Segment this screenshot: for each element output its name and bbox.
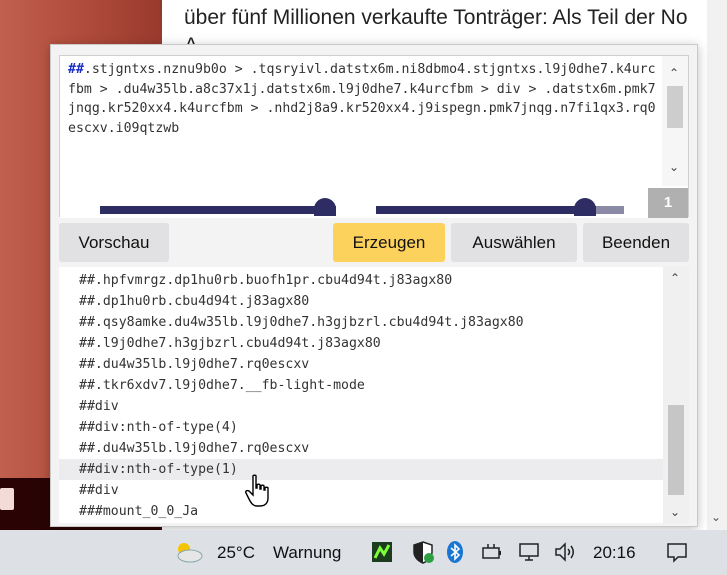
editor-scrollbar[interactable]: ⌃ ⌄ <box>662 56 688 186</box>
chevron-down-icon[interactable]: ⌄ <box>669 160 679 174</box>
notification-center-icon[interactable] <box>665 540 689 564</box>
temperature-label[interactable]: 25°C <box>217 530 255 575</box>
page-scroll-down-icon[interactable]: ⌄ <box>711 510 721 524</box>
element-picker-dialog: ##.stjgntxs.nznu9b0o > .tqsryivl.datstx6… <box>50 44 698 527</box>
background-square <box>0 488 14 510</box>
network-icon[interactable] <box>517 540 541 564</box>
depth-slider-handle[interactable] <box>314 194 336 216</box>
candidate-item[interactable]: ##div:nth-of-type(1) <box>59 459 663 480</box>
candidate-item[interactable]: ##.l9j0dhe7.h3gjbzrl.cbu4d94t.j83agx80 <box>59 333 663 354</box>
weather-cloud-icon[interactable] <box>172 540 206 564</box>
candidate-item[interactable]: ##div:nth-of-type(4) <box>59 417 663 438</box>
editor-scroll-thumb[interactable] <box>667 86 683 128</box>
specificity-slider-handle[interactable] <box>574 194 596 216</box>
quit-button[interactable]: Beenden <box>583 223 689 262</box>
taskbar: 25°C Warnung 20:16 <box>0 530 727 575</box>
candidate-item[interactable]: ##.dp1hu0rb.cbu4d94t.j83agx80 <box>59 291 663 312</box>
app-tray-icon[interactable] <box>370 540 394 564</box>
candidate-item[interactable]: ##div <box>59 396 663 417</box>
slider-row: 1 <box>60 186 688 218</box>
security-shield-icon[interactable] <box>411 540 435 564</box>
candidate-item[interactable]: ##.du4w35lb.l9j0dhe7.rq0escxv <box>59 354 663 375</box>
preview-button[interactable]: Vorschau <box>59 223 169 262</box>
candidate-item[interactable]: ##.tkr6xdv7.l9j0dhe7.__fb-light-mode <box>59 375 663 396</box>
selector-editor[interactable]: ##.stjgntxs.nznu9b0o > .tqsryivl.datstx6… <box>59 55 689 218</box>
depth-handle-stem <box>314 206 336 216</box>
selector-body: .stjgntxs.nznu9b0o > .tqsryivl.datstx6m.… <box>68 62 656 136</box>
volume-icon[interactable] <box>553 540 577 564</box>
battery-plug-icon[interactable] <box>480 540 504 564</box>
candidate-item[interactable]: ##div <box>59 480 663 501</box>
candidate-item[interactable]: ###mount_0_0_Ja <box>59 501 663 522</box>
selector-text[interactable]: ##.stjgntxs.nznu9b0o > .tqsryivl.datstx6… <box>68 60 658 138</box>
bluetooth-icon[interactable] <box>446 540 464 564</box>
create-button[interactable]: Erzeugen <box>333 223 445 262</box>
page-scrollbar[interactable]: ⌄ <box>707 0 727 530</box>
weather-status-label[interactable]: Warnung <box>273 530 341 575</box>
match-count-badge: 1 <box>648 188 688 218</box>
depth-slider-track[interactable] <box>100 206 316 214</box>
hand-cursor-icon <box>245 474 269 507</box>
candidate-list: ⌃ ⌄ ##.hpfvmrgz.dp1hu0rb.buofh1pr.cbu4d9… <box>59 267 689 523</box>
candidate-item[interactable]: ##.qsy8amke.du4w35lb.l9j0dhe7.h3gjbzrl.c… <box>59 312 663 333</box>
select-button[interactable]: Auswählen <box>451 223 577 262</box>
chevron-down-icon[interactable]: ⌄ <box>670 505 680 519</box>
specificity-handle-stem <box>574 206 596 216</box>
specificity-slider-track[interactable] <box>376 206 586 214</box>
selector-prefix: ## <box>68 62 84 77</box>
list-scroll-thumb[interactable] <box>668 405 684 495</box>
clock-label[interactable]: 20:16 <box>593 530 636 575</box>
specificity-slider-rest[interactable] <box>594 206 624 214</box>
candidate-item[interactable]: ##.hpfvmrgz.dp1hu0rb.buofh1pr.cbu4d94t.j… <box>59 270 663 291</box>
list-scrollbar[interactable]: ⌃ ⌄ <box>663 267 689 523</box>
chevron-up-icon[interactable]: ⌃ <box>670 271 680 285</box>
candidate-item[interactable]: ##.du4w35lb.l9j0dhe7.rq0escxv <box>59 438 663 459</box>
chevron-up-icon[interactable]: ⌃ <box>669 66 679 80</box>
